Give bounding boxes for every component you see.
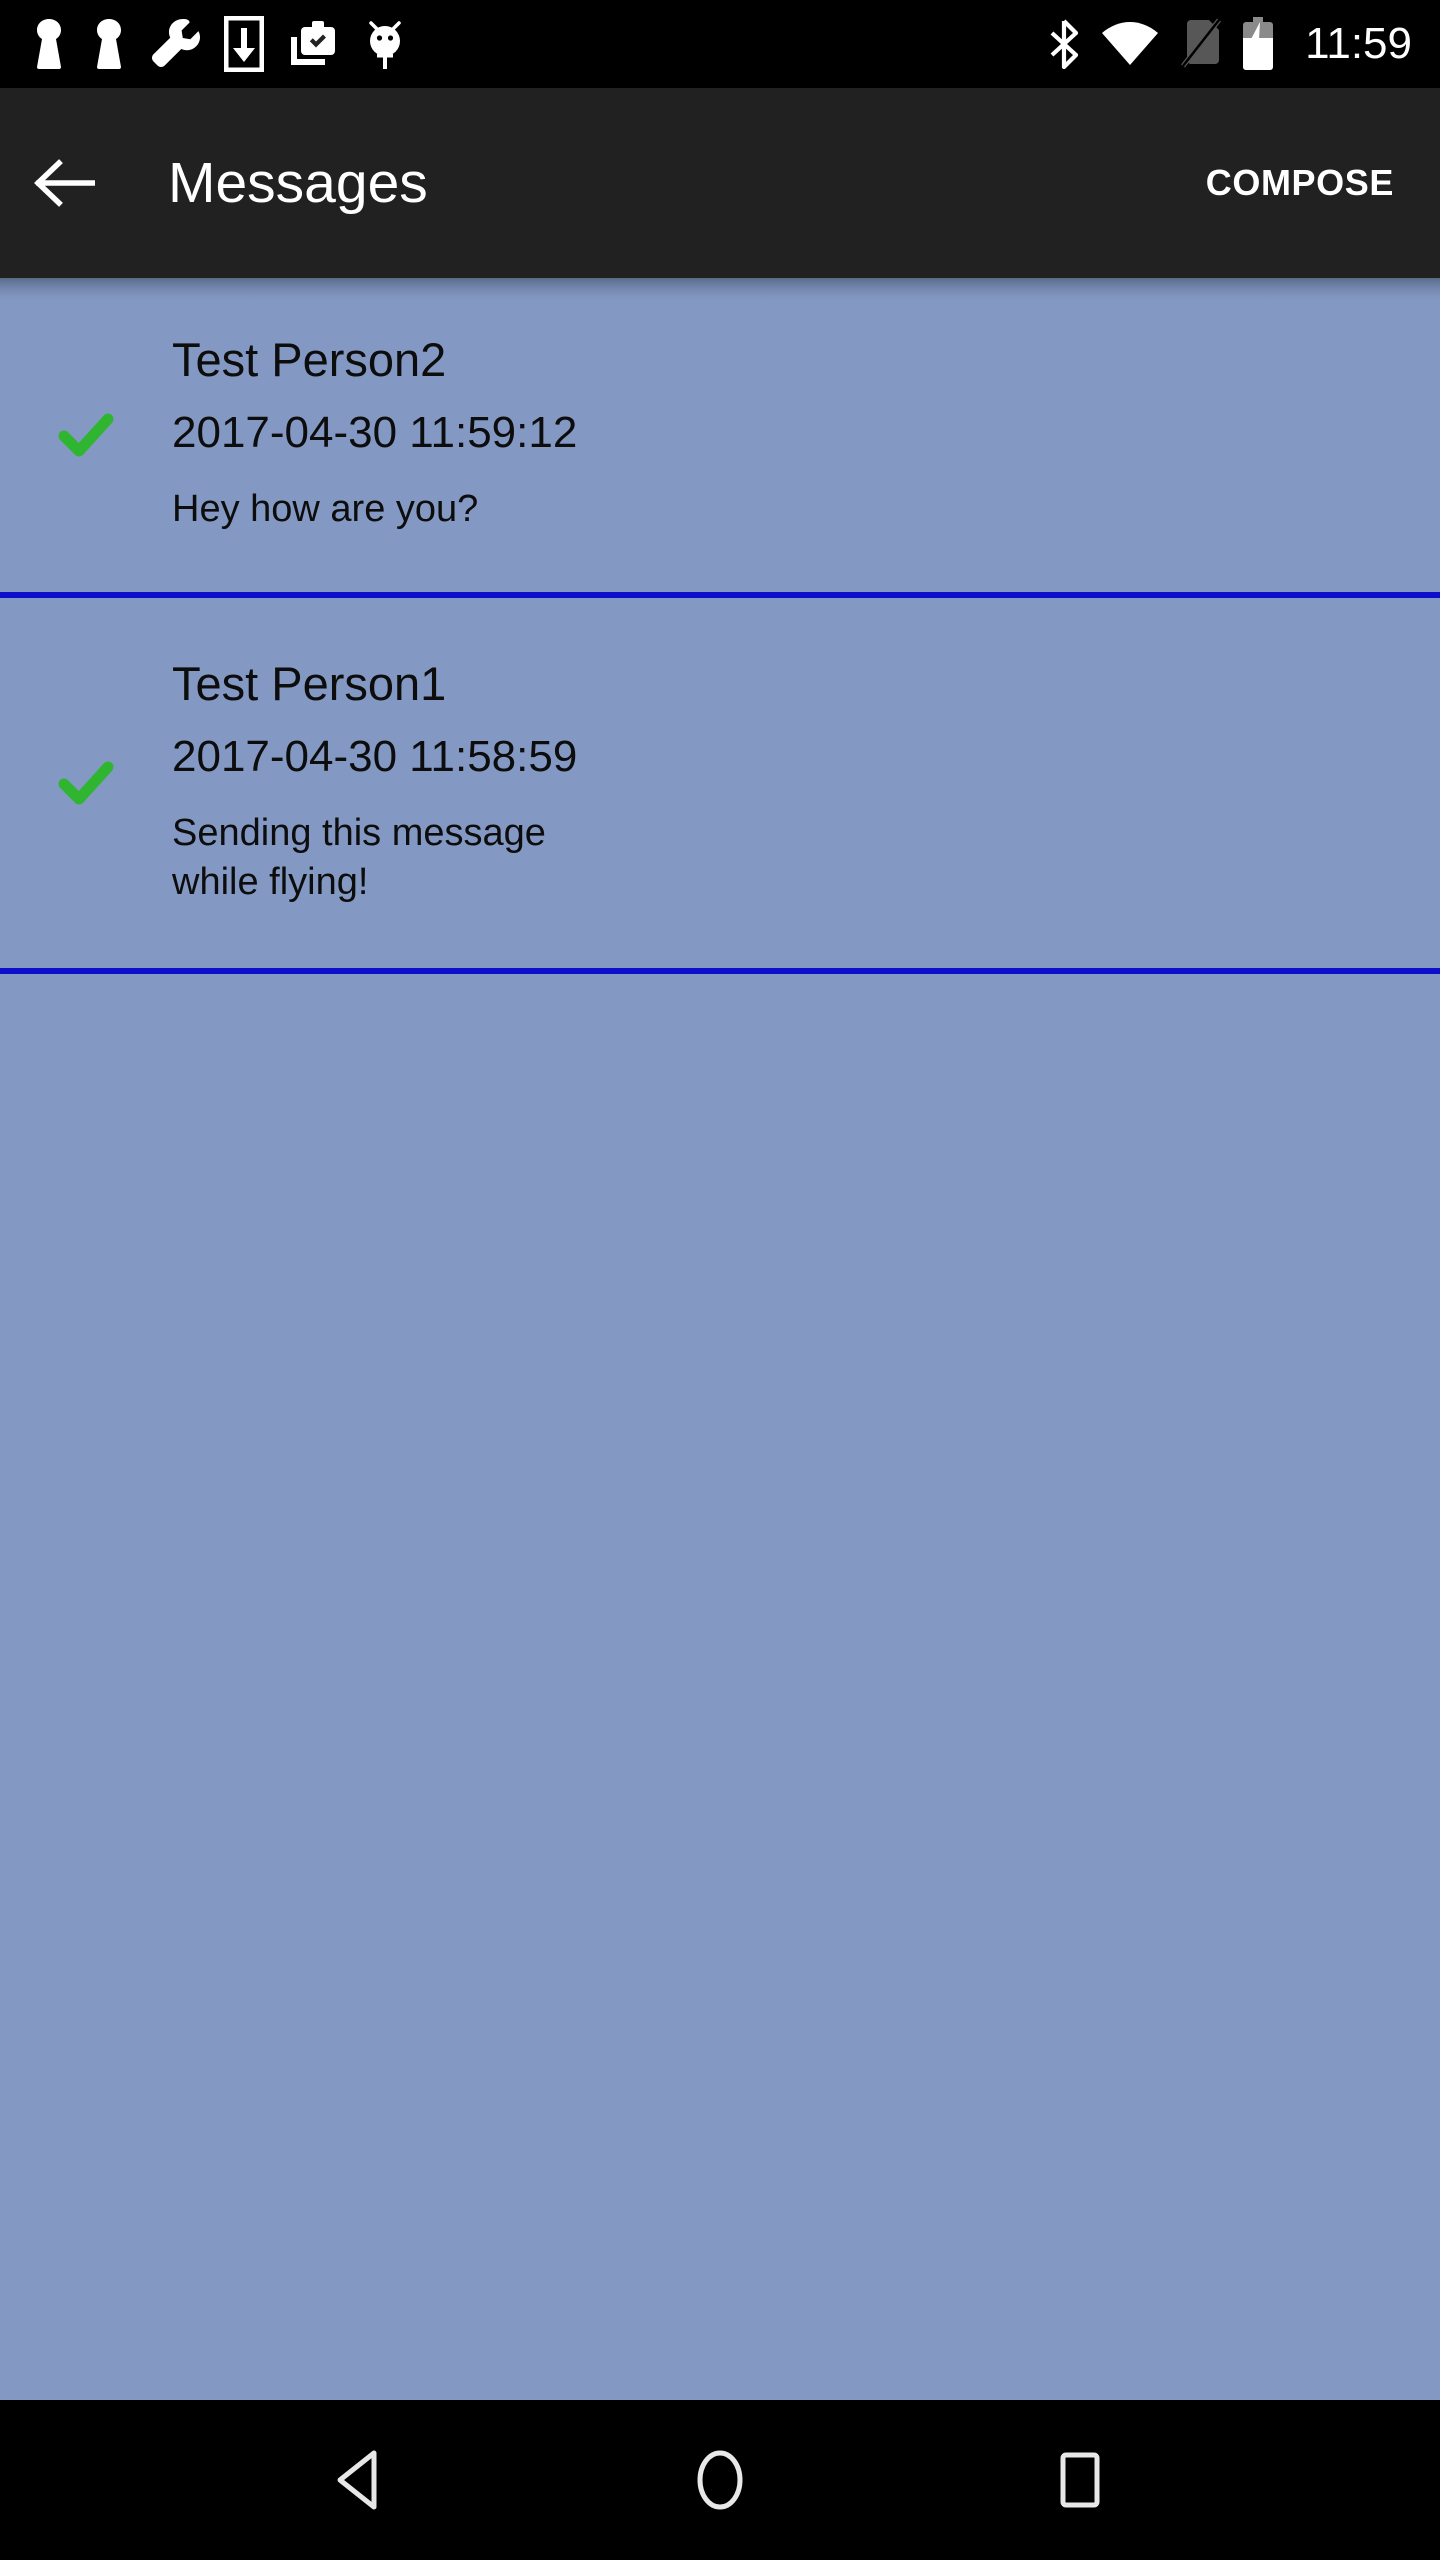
message-list[interactable]: Test Person2 2017-04-30 11:59:12 Hey how… <box>0 278 1440 2400</box>
message-timestamp: 2017-04-30 11:58:59 <box>172 731 578 781</box>
triangle-back-icon <box>337 2450 377 2510</box>
circle-home-icon <box>697 2450 743 2510</box>
wifi-icon <box>1102 22 1159 65</box>
status-bar-left-icons <box>30 15 408 73</box>
system-navigation-bar <box>0 2400 1440 2560</box>
status-bar-clock: 11:59 <box>1305 19 1412 68</box>
green-check-icon <box>58 413 114 457</box>
android-debug-icon <box>369 21 401 69</box>
arrow-left-icon <box>34 159 95 207</box>
status-bar: 11:59 <box>0 0 1440 88</box>
work-profile-icon <box>291 21 335 65</box>
message-sender: Test Person2 <box>172 333 447 387</box>
message-status-indicator <box>0 760 172 806</box>
message-timestamp: 2017-04-30 11:59:12 <box>172 408 578 458</box>
message-content: Test Person2 2017-04-30 11:59:12 Hey how… <box>172 336 1440 534</box>
battery-charging-icon <box>1243 17 1274 70</box>
message-content: Test Person1 2017-04-30 11:58:59 Sending… <box>172 660 1440 906</box>
message-list-item[interactable]: Test Person1 2017-04-30 11:58:59 Sending… <box>0 598 1440 974</box>
nav-home-button[interactable] <box>635 2400 805 2560</box>
back-navigation-button[interactable] <box>0 88 128 278</box>
download-icon <box>224 16 264 72</box>
page-title: Messages <box>168 150 428 215</box>
person-icon-1 <box>37 19 61 69</box>
person-icon-2 <box>97 19 121 69</box>
nav-back-button[interactable] <box>275 2400 445 2560</box>
phone-screen: 11:59 Messages COMPOSE Test Person2 2017… <box>0 0 1440 2560</box>
message-sender: Test Person1 <box>172 656 447 710</box>
green-check-icon <box>58 761 114 805</box>
square-recents-icon <box>1060 2452 1100 2508</box>
app-bar: Messages COMPOSE <box>0 88 1440 278</box>
no-sim-icon <box>1181 18 1222 68</box>
nav-recents-button[interactable] <box>995 2400 1165 2560</box>
message-body: Sending this message while flying! <box>172 811 546 903</box>
message-list-item[interactable]: Test Person2 2017-04-30 11:59:12 Hey how… <box>0 278 1440 598</box>
wrench-icon <box>152 19 200 67</box>
compose-button[interactable]: COMPOSE <box>1198 145 1402 221</box>
status-bar-right-icons: 11:59 <box>1047 17 1412 71</box>
bluetooth-icon <box>1050 19 1079 70</box>
message-status-indicator <box>0 412 172 458</box>
message-body: Hey how are you? <box>172 488 479 531</box>
